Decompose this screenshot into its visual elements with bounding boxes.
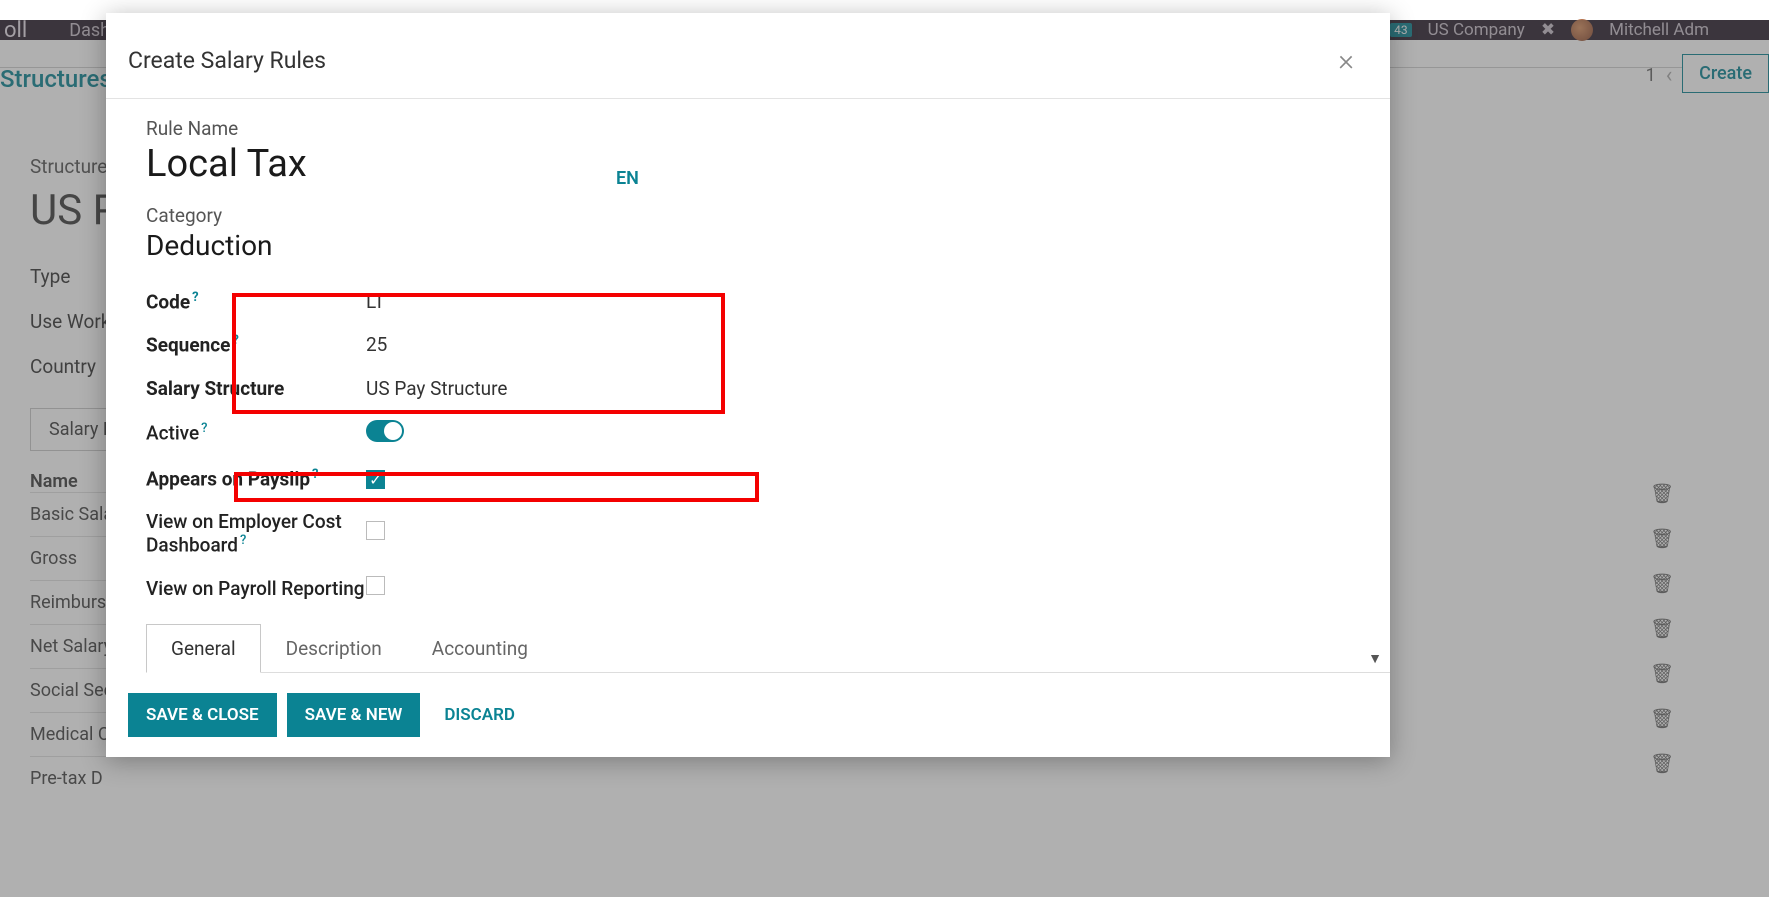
- active-label: Active?: [146, 421, 366, 444]
- sequence-label: Sequence?: [146, 333, 366, 356]
- form-grid: Code? LT Sequence? 25 Salary Structure U…: [146, 280, 1390, 610]
- appears-on-payslip-checkbox[interactable]: ✓: [366, 470, 385, 489]
- category-select[interactable]: Deduction: [146, 229, 1390, 262]
- save-close-button[interactable]: SAVE & CLOSE: [128, 693, 277, 737]
- close-icon[interactable]: ×: [1338, 43, 1354, 78]
- rule-name-input[interactable]: Local Tax: [146, 142, 1390, 186]
- modal-footer: SAVE & CLOSE SAVE & NEW DISCARD: [106, 677, 1390, 757]
- active-toggle[interactable]: [366, 420, 404, 442]
- tab-accounting[interactable]: Accounting: [407, 624, 553, 673]
- payroll-reporting-label: View on Payroll Reporting: [146, 577, 366, 600]
- appears-on-payslip-label: Appears on Payslip?: [146, 467, 366, 490]
- help-icon[interactable]: ?: [201, 421, 207, 436]
- help-icon[interactable]: ?: [192, 290, 198, 305]
- payroll-reporting-checkbox[interactable]: [366, 576, 385, 595]
- tab-general[interactable]: General: [146, 624, 261, 673]
- rule-name-label: Rule Name: [146, 117, 1390, 140]
- employer-cost-checkbox[interactable]: [366, 521, 385, 540]
- help-icon[interactable]: ?: [240, 533, 246, 548]
- modal-title: Create Salary Rules: [128, 47, 326, 74]
- modal-body: Rule Name Local Tax EN Category Deductio…: [106, 99, 1390, 677]
- scroll-down-icon[interactable]: ▼: [1368, 650, 1382, 667]
- help-icon[interactable]: ?: [312, 467, 318, 482]
- tab-description[interactable]: Description: [261, 624, 407, 673]
- salary-structure-label: Salary Structure: [146, 377, 366, 400]
- code-label: Code?: [146, 290, 366, 313]
- sequence-input[interactable]: 25: [366, 333, 1390, 356]
- help-icon[interactable]: ?: [232, 333, 238, 348]
- modal-header: Create Salary Rules ×: [106, 13, 1390, 99]
- language-badge[interactable]: EN: [616, 168, 639, 189]
- salary-structure-select[interactable]: US Pay Structure: [366, 377, 1390, 400]
- save-new-button[interactable]: SAVE & NEW: [287, 693, 421, 737]
- create-salary-rules-modal: Create Salary Rules × Rule Name Local Ta…: [106, 13, 1390, 757]
- employer-cost-label: View on Employer Cost Dashboard?: [146, 510, 366, 556]
- code-input[interactable]: LT: [366, 290, 1390, 313]
- discard-button[interactable]: DISCARD: [430, 693, 529, 737]
- inner-tabs: General Description Accounting: [146, 624, 1390, 673]
- category-label: Category: [146, 204, 1390, 227]
